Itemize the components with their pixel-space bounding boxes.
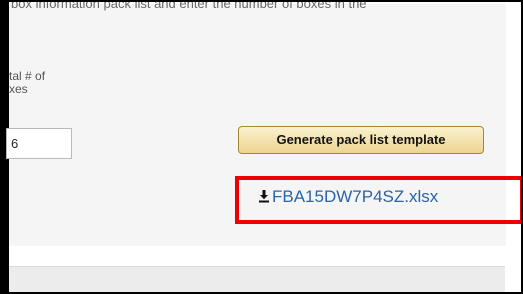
- download-file-link[interactable]: FBA15DW7P4SZ.xlsx: [258, 187, 438, 207]
- instructions-text: box information pack list and enter the …: [11, 0, 367, 11]
- bottom-section-bar: [9, 266, 505, 292]
- download-filename: FBA15DW7P4SZ.xlsx: [272, 187, 439, 206]
- screenshot-frame: box information pack list and enter the …: [0, 0, 523, 294]
- total-boxes-input[interactable]: [6, 128, 72, 159]
- total-boxes-label: tal # of xes: [9, 70, 45, 96]
- total-boxes-label-line2: xes: [9, 82, 28, 96]
- download-icon: [259, 190, 269, 203]
- highlight-box: FBA15DW7P4SZ.xlsx: [235, 176, 521, 224]
- generate-pack-list-button[interactable]: Generate pack list template: [238, 126, 484, 154]
- pack-list-panel: box information pack list and enter the …: [6, 2, 521, 246]
